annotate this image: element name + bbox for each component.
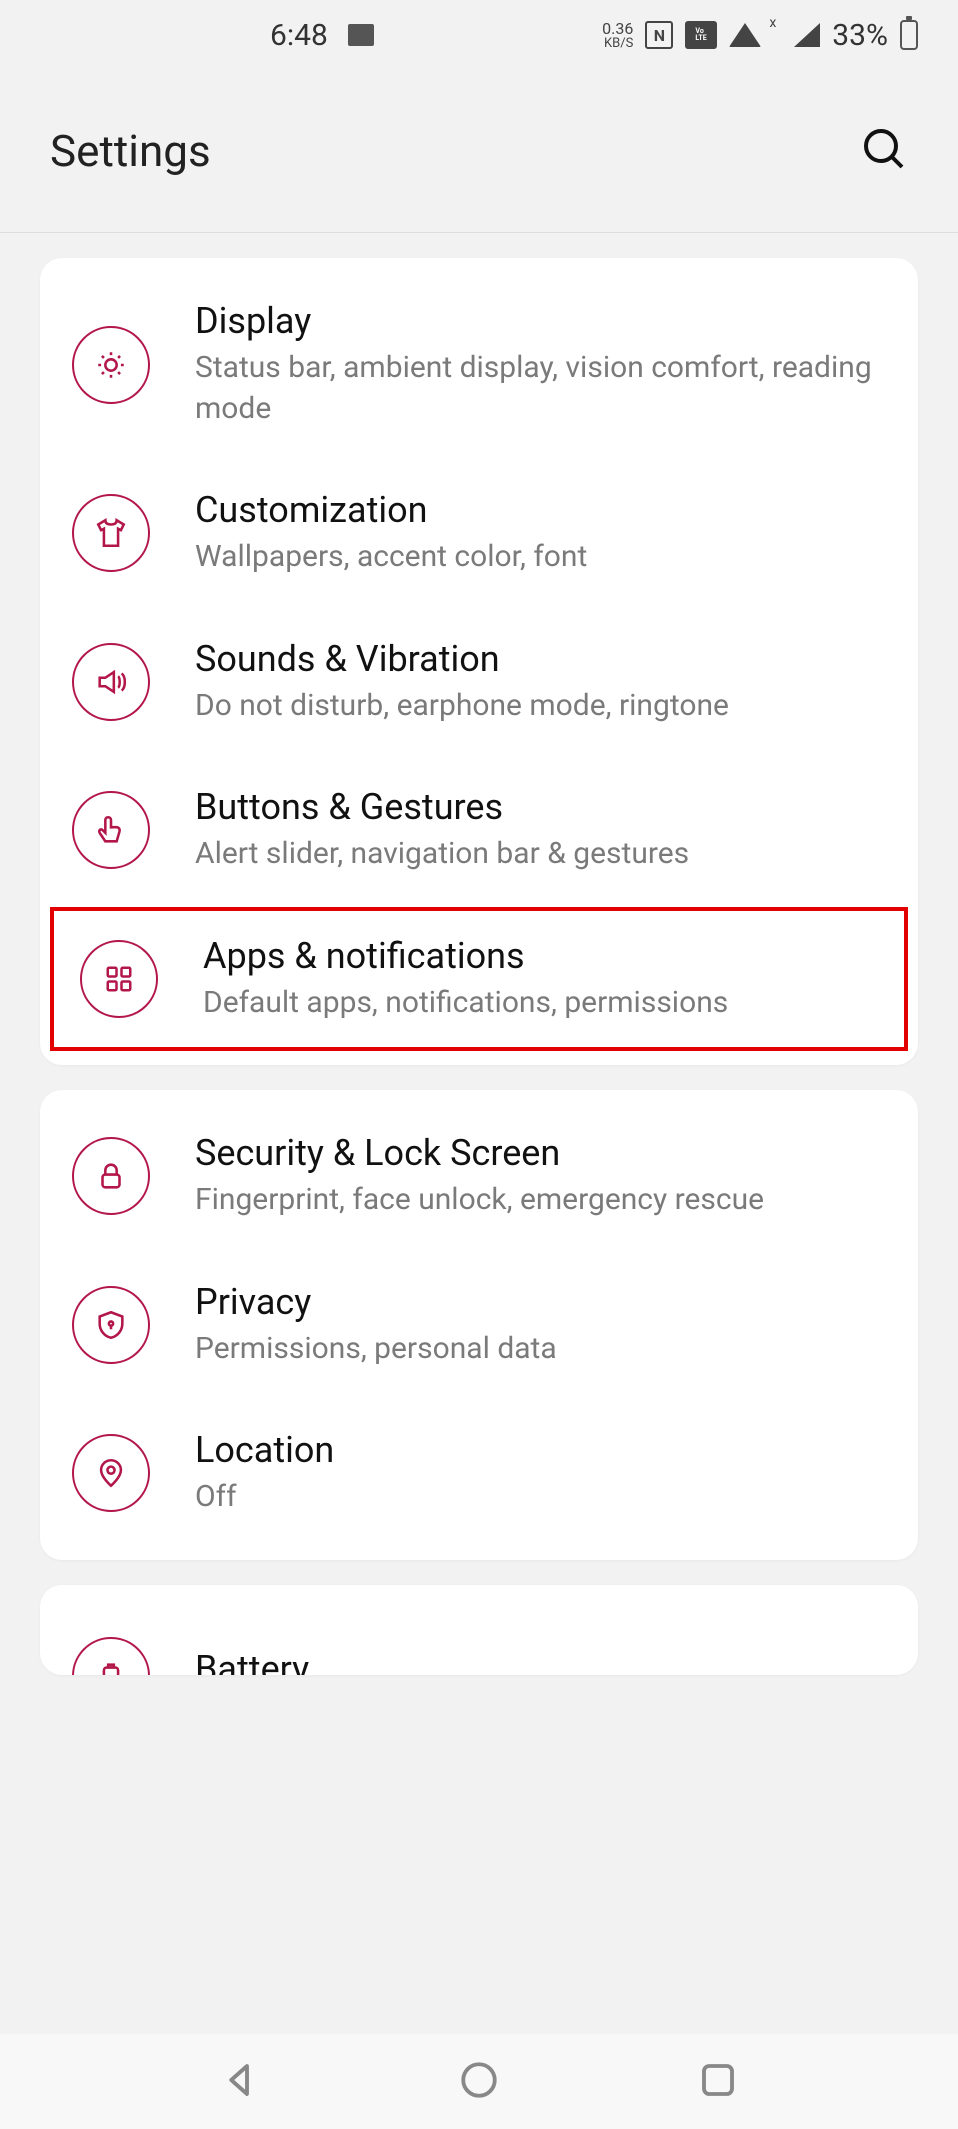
wifi-icon: [729, 23, 761, 47]
location-pin-icon: [72, 1434, 150, 1512]
recent-icon[interactable]: [697, 2059, 739, 2105]
touch-icon: [72, 791, 150, 869]
settings-item-title: Security & Lock Screen: [195, 1132, 764, 1174]
status-bar: 6:48 0.36 KB/S N VoLTE x 33%: [0, 0, 958, 70]
settings-item-subtitle: Off: [195, 1477, 334, 1518]
settings-group-2: Security & Lock Screen Fingerprint, face…: [40, 1090, 918, 1560]
data-rate-icon: 0.36 KB/S: [602, 21, 633, 50]
settings-item-sounds[interactable]: Sounds & Vibration Do not disturb, earph…: [40, 608, 918, 757]
speaker-icon: [72, 643, 150, 721]
settings-item-subtitle: Fingerprint, face unlock, emergency resc…: [195, 1180, 764, 1221]
back-icon[interactable]: [219, 2059, 261, 2105]
settings-item-subtitle: Wallpapers, accent color, font: [195, 537, 587, 578]
settings-item-privacy[interactable]: Privacy Permissions, personal data: [40, 1251, 918, 1400]
page-title: Settings: [50, 125, 211, 177]
shirt-icon: [72, 494, 150, 572]
battery-item-icon: [72, 1637, 150, 1675]
brightness-icon: [72, 326, 150, 404]
settings-item-title: Display: [195, 300, 886, 342]
settings-item-title: Battery: [195, 1648, 309, 1675]
settings-item-buttons[interactable]: Buttons & Gestures Alert slider, navigat…: [40, 756, 918, 905]
settings-item-security[interactable]: Security & Lock Screen Fingerprint, face…: [40, 1102, 918, 1251]
settings-item-customization[interactable]: Customization Wallpapers, accent color, …: [40, 459, 918, 608]
settings-item-title: Apps & notifications: [203, 935, 728, 977]
battery-icon: [900, 20, 918, 50]
settings-item-subtitle: Status bar, ambient display, vision comf…: [195, 348, 886, 429]
settings-item-display[interactable]: Display Status bar, ambient display, vis…: [40, 270, 918, 459]
settings-item-battery[interactable]: Battery: [40, 1603, 918, 1675]
settings-item-subtitle: Alert slider, navigation bar & gestures: [195, 834, 689, 875]
navigation-bar: [0, 2034, 958, 2129]
settings-item-title: Buttons & Gestures: [195, 786, 689, 828]
apps-grid-icon: [80, 940, 158, 1018]
battery-percent: 33%: [832, 18, 888, 53]
header: Settings: [0, 70, 958, 232]
lock-icon: [72, 1137, 150, 1215]
settings-item-subtitle: Default apps, notifications, permissions: [203, 983, 728, 1024]
shield-icon: [72, 1286, 150, 1364]
settings-group-3: Battery: [40, 1585, 918, 1675]
volte-icon: VoLTE: [685, 21, 717, 49]
settings-item-location[interactable]: Location Off: [40, 1399, 918, 1548]
search-icon[interactable]: [860, 125, 908, 177]
picture-icon: [348, 24, 374, 46]
settings-item-title: Privacy: [195, 1281, 557, 1323]
settings-group-1: Display Status bar, ambient display, vis…: [40, 258, 918, 1065]
settings-item-subtitle: Do not disturb, earphone mode, ringtone: [195, 686, 729, 727]
home-icon[interactable]: [458, 2059, 500, 2105]
cell-x-icon: x: [769, 15, 776, 31]
status-time: 6:48: [270, 18, 328, 53]
settings-item-title: Location: [195, 1429, 334, 1471]
settings-item-apps[interactable]: Apps & notifications Default apps, notif…: [48, 905, 910, 1054]
nfc-icon: N: [645, 21, 673, 49]
settings-item-subtitle: Permissions, personal data: [195, 1329, 557, 1370]
settings-item-title: Sounds & Vibration: [195, 638, 729, 680]
settings-item-title: Customization: [195, 489, 587, 531]
cell-signal-icon: [792, 23, 820, 47]
divider: [0, 232, 958, 233]
